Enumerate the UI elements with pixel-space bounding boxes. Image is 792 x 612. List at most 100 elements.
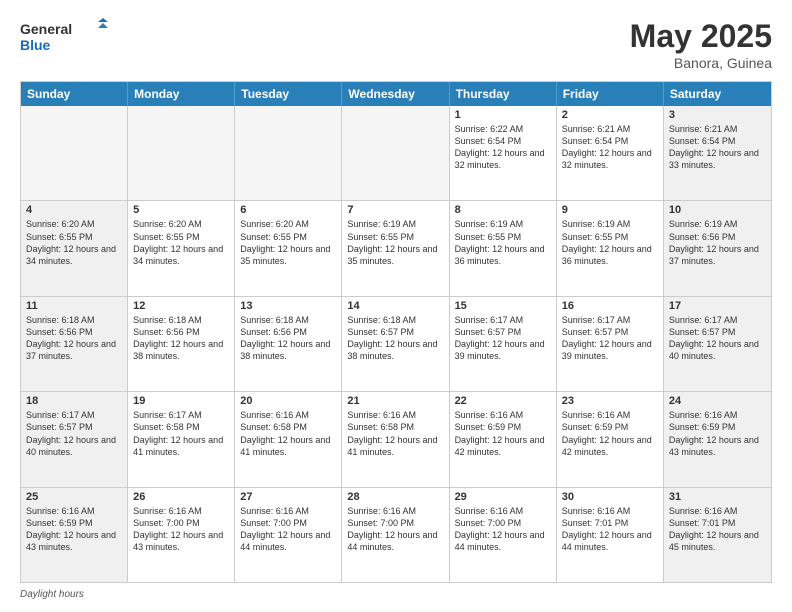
cell-info: Sunrise: 6:21 AMSunset: 6:54 PMDaylight:… — [669, 123, 766, 172]
title-block: May 2025 Banora, Guinea — [630, 18, 772, 71]
svg-text:General: General — [20, 21, 72, 37]
cell-3-7: 17 Sunrise: 6:17 AMSunset: 6:57 PMDaylig… — [664, 297, 771, 391]
cell-info: Sunrise: 6:17 AMSunset: 6:58 PMDaylight:… — [133, 409, 229, 458]
cell-info: Sunrise: 6:16 AMSunset: 7:01 PMDaylight:… — [669, 505, 766, 554]
cell-1-3 — [235, 106, 342, 200]
day-number: 7 — [347, 204, 443, 216]
cell-3-3: 13 Sunrise: 6:18 AMSunset: 6:56 PMDaylig… — [235, 297, 342, 391]
day-number: 12 — [133, 300, 229, 312]
cell-3-4: 14 Sunrise: 6:18 AMSunset: 6:57 PMDaylig… — [342, 297, 449, 391]
cell-info: Sunrise: 6:18 AMSunset: 6:56 PMDaylight:… — [240, 314, 336, 363]
day-number: 13 — [240, 300, 336, 312]
week-row-5: 25 Sunrise: 6:16 AMSunset: 6:59 PMDaylig… — [21, 487, 771, 582]
cell-1-7: 3 Sunrise: 6:21 AMSunset: 6:54 PMDayligh… — [664, 106, 771, 200]
day-number: 21 — [347, 395, 443, 407]
calendar-header: Sunday Monday Tuesday Wednesday Thursday… — [21, 82, 771, 106]
cell-info: Sunrise: 6:20 AMSunset: 6:55 PMDaylight:… — [133, 218, 229, 267]
cell-5-7: 31 Sunrise: 6:16 AMSunset: 7:01 PMDaylig… — [664, 488, 771, 582]
cell-info: Sunrise: 6:16 AMSunset: 7:00 PMDaylight:… — [347, 505, 443, 554]
cell-info: Sunrise: 6:17 AMSunset: 6:57 PMDaylight:… — [562, 314, 658, 363]
cell-4-2: 19 Sunrise: 6:17 AMSunset: 6:58 PMDaylig… — [128, 392, 235, 486]
day-number: 14 — [347, 300, 443, 312]
cell-info: Sunrise: 6:16 AMSunset: 7:00 PMDaylight:… — [455, 505, 551, 554]
day-number: 5 — [133, 204, 229, 216]
day-number: 16 — [562, 300, 658, 312]
cell-info: Sunrise: 6:22 AMSunset: 6:54 PMDaylight:… — [455, 123, 551, 172]
cell-2-3: 6 Sunrise: 6:20 AMSunset: 6:55 PMDayligh… — [235, 201, 342, 295]
day-number: 27 — [240, 491, 336, 503]
day-number: 30 — [562, 491, 658, 503]
calendar: Sunday Monday Tuesday Wednesday Thursday… — [20, 81, 772, 583]
week-row-1: 1 Sunrise: 6:22 AMSunset: 6:54 PMDayligh… — [21, 106, 771, 200]
month-title: May 2025 — [630, 18, 772, 55]
cell-info: Sunrise: 6:17 AMSunset: 6:57 PMDaylight:… — [455, 314, 551, 363]
header-friday: Friday — [557, 82, 664, 106]
cell-5-2: 26 Sunrise: 6:16 AMSunset: 7:00 PMDaylig… — [128, 488, 235, 582]
day-number: 20 — [240, 395, 336, 407]
cell-info: Sunrise: 6:16 AMSunset: 6:58 PMDaylight:… — [240, 409, 336, 458]
cell-4-7: 24 Sunrise: 6:16 AMSunset: 6:59 PMDaylig… — [664, 392, 771, 486]
week-row-3: 11 Sunrise: 6:18 AMSunset: 6:56 PMDaylig… — [21, 296, 771, 391]
day-number: 31 — [669, 491, 766, 503]
header-wednesday: Wednesday — [342, 82, 449, 106]
cell-5-4: 28 Sunrise: 6:16 AMSunset: 7:00 PMDaylig… — [342, 488, 449, 582]
footer: Daylight hours — [20, 589, 772, 600]
cell-info: Sunrise: 6:18 AMSunset: 6:56 PMDaylight:… — [26, 314, 122, 363]
day-number: 3 — [669, 109, 766, 121]
cell-2-1: 4 Sunrise: 6:20 AMSunset: 6:55 PMDayligh… — [21, 201, 128, 295]
day-number: 24 — [669, 395, 766, 407]
cell-2-5: 8 Sunrise: 6:19 AMSunset: 6:55 PMDayligh… — [450, 201, 557, 295]
cell-info: Sunrise: 6:20 AMSunset: 6:55 PMDaylight:… — [26, 218, 122, 267]
day-number: 28 — [347, 491, 443, 503]
day-number: 19 — [133, 395, 229, 407]
cell-info: Sunrise: 6:17 AMSunset: 6:57 PMDaylight:… — [669, 314, 766, 363]
cell-4-4: 21 Sunrise: 6:16 AMSunset: 6:58 PMDaylig… — [342, 392, 449, 486]
cell-info: Sunrise: 6:16 AMSunset: 7:00 PMDaylight:… — [133, 505, 229, 554]
cell-5-3: 27 Sunrise: 6:16 AMSunset: 7:00 PMDaylig… — [235, 488, 342, 582]
day-number: 26 — [133, 491, 229, 503]
header-saturday: Saturday — [664, 82, 771, 106]
day-number: 6 — [240, 204, 336, 216]
footer-label: Daylight hours — [20, 589, 84, 600]
cell-info: Sunrise: 6:19 AMSunset: 6:55 PMDaylight:… — [562, 218, 658, 267]
cell-2-4: 7 Sunrise: 6:19 AMSunset: 6:55 PMDayligh… — [342, 201, 449, 295]
cell-1-4 — [342, 106, 449, 200]
cell-3-5: 15 Sunrise: 6:17 AMSunset: 6:57 PMDaylig… — [450, 297, 557, 391]
cell-1-2 — [128, 106, 235, 200]
svg-text:Blue: Blue — [20, 37, 51, 53]
cell-info: Sunrise: 6:19 AMSunset: 6:55 PMDaylight:… — [347, 218, 443, 267]
day-number: 22 — [455, 395, 551, 407]
cell-5-6: 30 Sunrise: 6:16 AMSunset: 7:01 PMDaylig… — [557, 488, 664, 582]
day-number: 29 — [455, 491, 551, 503]
day-number: 1 — [455, 109, 551, 121]
day-number: 4 — [26, 204, 122, 216]
day-number: 25 — [26, 491, 122, 503]
cell-5-5: 29 Sunrise: 6:16 AMSunset: 7:00 PMDaylig… — [450, 488, 557, 582]
cell-3-6: 16 Sunrise: 6:17 AMSunset: 6:57 PMDaylig… — [557, 297, 664, 391]
cell-2-7: 10 Sunrise: 6:19 AMSunset: 6:56 PMDaylig… — [664, 201, 771, 295]
cell-info: Sunrise: 6:16 AMSunset: 6:58 PMDaylight:… — [347, 409, 443, 458]
location: Banora, Guinea — [630, 55, 772, 71]
cell-1-6: 2 Sunrise: 6:21 AMSunset: 6:54 PMDayligh… — [557, 106, 664, 200]
day-number: 15 — [455, 300, 551, 312]
header: General Blue May 2025 Banora, Guinea — [20, 18, 772, 71]
cell-3-1: 11 Sunrise: 6:18 AMSunset: 6:56 PMDaylig… — [21, 297, 128, 391]
calendar-body: 1 Sunrise: 6:22 AMSunset: 6:54 PMDayligh… — [21, 106, 771, 582]
logo-svg: General Blue — [20, 18, 110, 56]
cell-2-2: 5 Sunrise: 6:20 AMSunset: 6:55 PMDayligh… — [128, 201, 235, 295]
cell-info: Sunrise: 6:16 AMSunset: 6:59 PMDaylight:… — [26, 505, 122, 554]
week-row-4: 18 Sunrise: 6:17 AMSunset: 6:57 PMDaylig… — [21, 391, 771, 486]
cell-5-1: 25 Sunrise: 6:16 AMSunset: 6:59 PMDaylig… — [21, 488, 128, 582]
week-row-2: 4 Sunrise: 6:20 AMSunset: 6:55 PMDayligh… — [21, 200, 771, 295]
cell-4-6: 23 Sunrise: 6:16 AMSunset: 6:59 PMDaylig… — [557, 392, 664, 486]
day-number: 10 — [669, 204, 766, 216]
cell-4-5: 22 Sunrise: 6:16 AMSunset: 6:59 PMDaylig… — [450, 392, 557, 486]
day-number: 11 — [26, 300, 122, 312]
cell-4-3: 20 Sunrise: 6:16 AMSunset: 6:58 PMDaylig… — [235, 392, 342, 486]
header-thursday: Thursday — [450, 82, 557, 106]
day-number: 9 — [562, 204, 658, 216]
cell-info: Sunrise: 6:21 AMSunset: 6:54 PMDaylight:… — [562, 123, 658, 172]
cell-info: Sunrise: 6:20 AMSunset: 6:55 PMDaylight:… — [240, 218, 336, 267]
day-number: 17 — [669, 300, 766, 312]
cell-info: Sunrise: 6:19 AMSunset: 6:55 PMDaylight:… — [455, 218, 551, 267]
